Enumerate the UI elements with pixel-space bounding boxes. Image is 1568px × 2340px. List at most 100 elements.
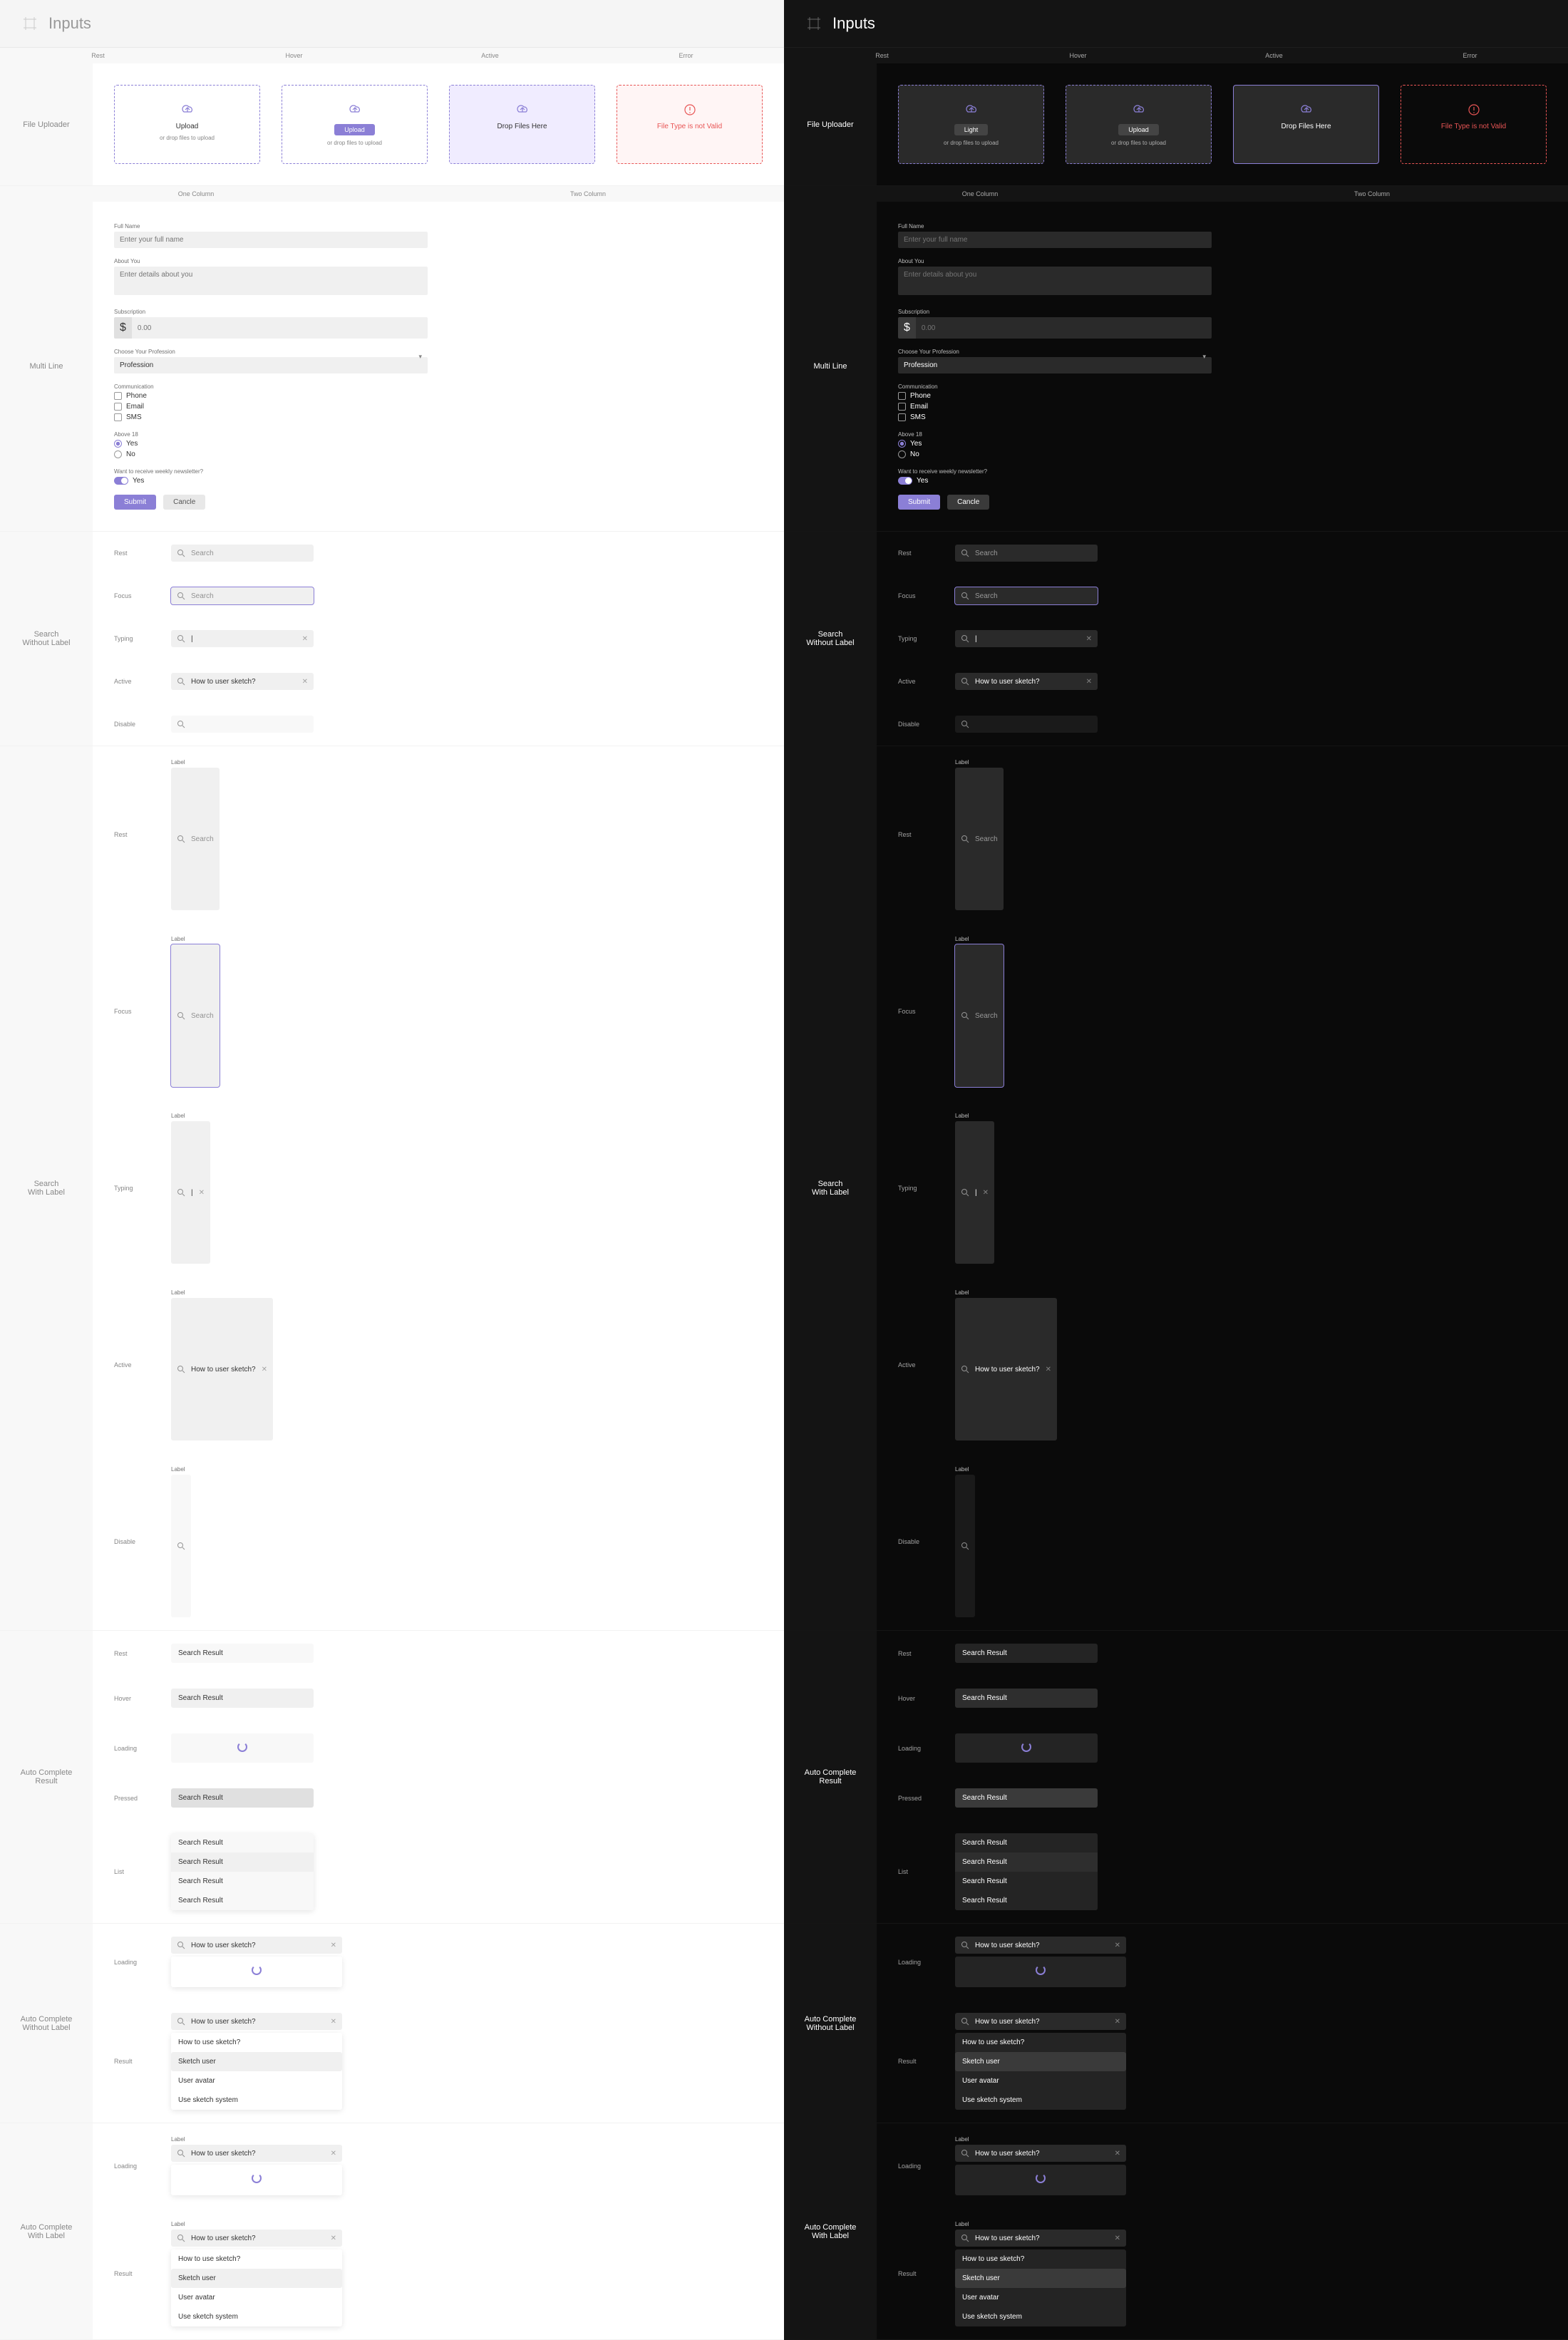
- uploader-error[interactable]: File Type is not Valid: [1401, 85, 1547, 164]
- ac-search-input[interactable]: How to user sketch?✕: [171, 1937, 342, 1954]
- list-item[interactable]: Search Result: [171, 1891, 314, 1910]
- clear-icon[interactable]: ✕: [1086, 635, 1092, 643]
- ac-result-hover[interactable]: Search Result: [171, 1689, 314, 1708]
- upload-button[interactable]: Upload: [1118, 124, 1159, 135]
- toggle-newsletter[interactable]: Yes: [114, 477, 428, 485]
- search-input-active[interactable]: How to user sketch?✕: [171, 673, 314, 690]
- submit-button[interactable]: Submit: [898, 495, 940, 510]
- search-input-typing[interactable]: |✕: [171, 630, 314, 647]
- list-item[interactable]: Sketch user: [171, 2052, 342, 2071]
- uploader-hover[interactable]: Upload or drop files to upload: [282, 85, 428, 164]
- clear-icon[interactable]: ✕: [262, 1366, 267, 1373]
- full-name-input[interactable]: [898, 232, 1212, 248]
- clear-icon[interactable]: ✕: [302, 635, 308, 643]
- ac-search-input[interactable]: How to user sketch?✕: [955, 1937, 1126, 1954]
- search-input-typing[interactable]: |✕: [955, 1121, 994, 1264]
- search-input-rest[interactable]: Search: [955, 545, 1098, 562]
- list-item[interactable]: Search Result: [955, 1833, 1098, 1852]
- profession-select[interactable]: Profession: [898, 357, 1212, 373]
- clear-icon[interactable]: ✕: [1046, 1366, 1051, 1373]
- radio-yes[interactable]: Yes: [114, 440, 428, 448]
- clear-icon[interactable]: ✕: [331, 2235, 336, 2242]
- ac-search-input[interactable]: How to user sketch?✕: [171, 2013, 342, 2030]
- list-item[interactable]: Use sketch system: [955, 2091, 1126, 2110]
- list-item[interactable]: Use sketch system: [171, 2307, 342, 2326]
- ac-search-input[interactable]: How to user sketch?✕: [171, 2145, 342, 2162]
- clear-icon[interactable]: ✕: [1115, 2018, 1120, 2026]
- ac-search-input[interactable]: How to user sketch?✕: [171, 2230, 342, 2247]
- submit-button[interactable]: Submit: [114, 495, 156, 510]
- search-input-typing[interactable]: |✕: [955, 630, 1098, 647]
- check-email[interactable]: Email: [898, 403, 1212, 411]
- list-item[interactable]: User avatar: [171, 2288, 342, 2307]
- list-item[interactable]: Use sketch system: [171, 2091, 342, 2110]
- ac-result-rest[interactable]: Search Result: [171, 1644, 314, 1663]
- search-input-rest[interactable]: Search: [171, 545, 314, 562]
- search-input-active[interactable]: How to user sketch?✕: [171, 1298, 273, 1440]
- list-item[interactable]: Search Result: [955, 1852, 1098, 1872]
- list-item[interactable]: User avatar: [171, 2071, 342, 2091]
- about-textarea[interactable]: [114, 267, 428, 295]
- ac-result-pressed[interactable]: Search Result: [171, 1788, 314, 1808]
- ac-search-input[interactable]: How to user sketch?✕: [955, 2013, 1126, 2030]
- clear-icon[interactable]: ✕: [1115, 1942, 1120, 1949]
- check-email[interactable]: Email: [114, 403, 428, 411]
- uploader-active[interactable]: Drop Files Here: [449, 85, 595, 164]
- ac-result-pressed[interactable]: Search Result: [955, 1788, 1098, 1808]
- list-item[interactable]: Search Result: [955, 1891, 1098, 1910]
- search-input-active[interactable]: How to user sketch?✕: [955, 673, 1098, 690]
- cancel-button[interactable]: Cancle: [947, 495, 989, 510]
- list-item[interactable]: Search Result: [171, 1872, 314, 1891]
- clear-icon[interactable]: ✕: [331, 2018, 336, 2026]
- uploader-rest[interactable]: Light or drop files to upload: [898, 85, 1044, 164]
- clear-icon[interactable]: ✕: [983, 1189, 989, 1197]
- ac-result-rest[interactable]: Search Result: [955, 1644, 1098, 1663]
- about-textarea[interactable]: [898, 267, 1212, 295]
- subscription-input[interactable]: [916, 317, 1212, 339]
- uploader-hover[interactable]: Upload or drop files to upload: [1066, 85, 1212, 164]
- subscription-input[interactable]: [132, 317, 428, 339]
- radio-no[interactable]: No: [114, 450, 428, 458]
- search-input-active[interactable]: How to user sketch?✕: [955, 1298, 1057, 1440]
- toggle-newsletter[interactable]: Yes: [898, 477, 1212, 485]
- check-phone[interactable]: Phone: [114, 392, 428, 400]
- uploader-error[interactable]: File Type is not Valid: [617, 85, 763, 164]
- list-item[interactable]: User avatar: [955, 2288, 1126, 2307]
- upload-button[interactable]: Upload: [334, 124, 375, 135]
- check-phone[interactable]: Phone: [898, 392, 1212, 400]
- clear-icon[interactable]: ✕: [1086, 678, 1092, 686]
- radio-no[interactable]: No: [898, 450, 1212, 458]
- radio-yes[interactable]: Yes: [898, 440, 1212, 448]
- search-input-focus[interactable]: Search: [955, 587, 1098, 604]
- ac-result-hover[interactable]: Search Result: [955, 1689, 1098, 1708]
- check-sms[interactable]: SMS: [114, 413, 428, 421]
- list-item[interactable]: How to use sketch?: [955, 2033, 1126, 2052]
- search-input-focus[interactable]: Search: [955, 944, 1004, 1087]
- list-item[interactable]: How to use sketch?: [171, 2249, 342, 2269]
- search-input-rest[interactable]: Search: [955, 768, 1004, 910]
- search-input-typing[interactable]: |✕: [171, 1121, 210, 1264]
- search-input-focus[interactable]: Search: [171, 587, 314, 604]
- list-item[interactable]: Use sketch system: [955, 2307, 1126, 2326]
- light-button[interactable]: Light: [954, 124, 989, 135]
- clear-icon[interactable]: ✕: [331, 1942, 336, 1949]
- clear-icon[interactable]: ✕: [1115, 2235, 1120, 2242]
- search-input-rest[interactable]: Search: [171, 768, 220, 910]
- list-item[interactable]: Search Result: [171, 1833, 314, 1852]
- clear-icon[interactable]: ✕: [331, 2150, 336, 2158]
- list-item[interactable]: User avatar: [955, 2071, 1126, 2091]
- check-sms[interactable]: SMS: [898, 413, 1212, 421]
- uploader-active[interactable]: Drop Files Here: [1233, 85, 1379, 164]
- clear-icon[interactable]: ✕: [1115, 2150, 1120, 2158]
- clear-icon[interactable]: ✕: [199, 1189, 205, 1197]
- list-item[interactable]: Search Result: [171, 1852, 314, 1872]
- list-item[interactable]: Sketch user: [955, 2269, 1126, 2288]
- clear-icon[interactable]: ✕: [302, 678, 308, 686]
- list-item[interactable]: How to use sketch?: [955, 2249, 1126, 2269]
- profession-select[interactable]: Profession: [114, 357, 428, 373]
- ac-search-input[interactable]: How to user sketch?✕: [955, 2145, 1126, 2162]
- list-item[interactable]: How to use sketch?: [171, 2033, 342, 2052]
- full-name-input[interactable]: [114, 232, 428, 248]
- list-item[interactable]: Search Result: [955, 1872, 1098, 1891]
- ac-search-input[interactable]: How to user sketch?✕: [955, 2230, 1126, 2247]
